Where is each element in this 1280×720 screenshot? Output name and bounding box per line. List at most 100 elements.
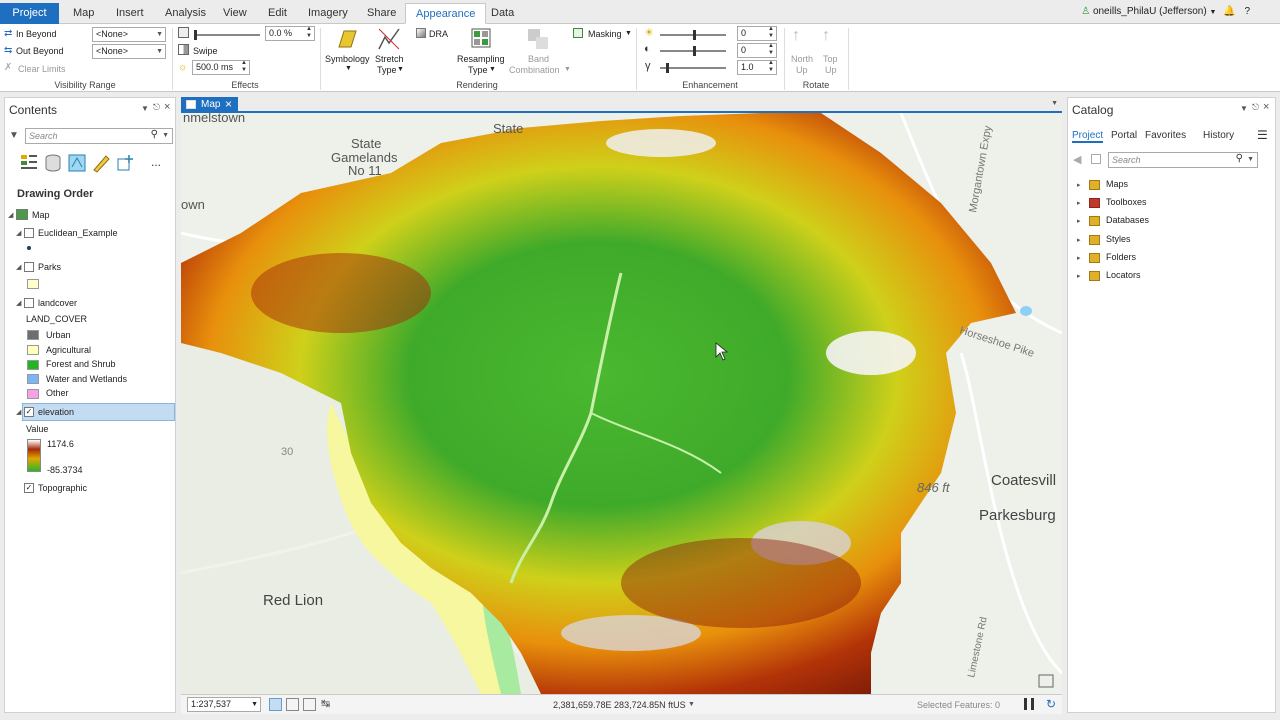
spinner-icon[interactable]: ▲ ▼ — [768, 60, 774, 74]
swipe-button[interactable]: Swipe — [193, 46, 218, 56]
filter-icon[interactable]: ▼ — [9, 130, 19, 141]
collapse-icon[interactable]: ◢ — [8, 211, 13, 219]
spinner-icon[interactable]: ▲ ▼ — [768, 43, 774, 57]
clear-limits-button[interactable]: Clear Limits — [18, 64, 66, 74]
band-label[interactable]: Band — [528, 54, 549, 64]
collapse-icon[interactable]: ◢ — [16, 408, 21, 416]
out-beyond-select[interactable]: <None> ▼ — [92, 44, 166, 59]
catalog-tab-portal[interactable]: Portal — [1111, 130, 1137, 141]
search-icon[interactable]: ⚲ — [151, 129, 158, 140]
close-icon[interactable]: × — [164, 101, 170, 113]
close-icon[interactable]: × — [1263, 101, 1269, 113]
list-by-snapping-icon[interactable] — [115, 153, 135, 173]
pin-icon[interactable]: ⎋ — [1252, 102, 1259, 113]
catalog-item-folders[interactable]: Folders — [1106, 252, 1136, 262]
map-view-tab[interactable]: Map × — [181, 97, 238, 113]
tab-share[interactable]: Share — [357, 3, 406, 24]
notification-icon[interactable]: 🔔 — [1223, 6, 1235, 17]
spinner-icon[interactable]: ▲ ▼ — [768, 26, 774, 40]
layer-landcover[interactable]: landcover — [38, 298, 77, 308]
north-up-button[interactable]: North — [791, 54, 813, 64]
list-by-drawing-order-icon[interactable] — [19, 153, 39, 173]
user-account[interactable]: ♙ oneills_PhilaU (Jefferson) ▼ 🔔 ? — [1081, 6, 1250, 17]
resampling-button[interactable]: Resampling — [457, 54, 505, 64]
catalog-item-databases[interactable]: Databases — [1106, 215, 1149, 225]
pane-options-icon[interactable]: ▼ — [141, 104, 149, 113]
tab-analysis[interactable]: Analysis — [155, 3, 216, 24]
in-beyond-label[interactable]: In Beyond — [16, 29, 57, 39]
dra-button[interactable]: DRA — [429, 29, 448, 39]
pane-options-icon[interactable]: ▼ — [1240, 104, 1248, 113]
help-button[interactable]: ? — [1244, 6, 1250, 17]
catalog-tab-project[interactable]: Project — [1072, 130, 1104, 143]
map-canvas[interactable]: nmelstown State Gamelands No 11 State ow… — [181, 113, 1062, 694]
chevron-down-icon[interactable]: ▼ — [1247, 156, 1254, 163]
contrast-slider[interactable] — [660, 46, 726, 56]
layer-parks[interactable]: Parks — [38, 262, 61, 272]
parks-visibility-checkbox[interactable] — [24, 262, 34, 272]
expand-extent-icon[interactable] — [286, 698, 299, 711]
transparency-input[interactable]: 0.0 % ▲ ▼ — [265, 26, 315, 41]
tab-project[interactable]: Project — [0, 3, 59, 24]
tree-map[interactable]: Map — [32, 210, 50, 220]
catalog-item-toolboxes[interactable]: Toolboxes — [1106, 197, 1147, 207]
gamma-slider[interactable] — [660, 63, 726, 73]
expand-icon[interactable]: ▸ — [1077, 272, 1081, 280]
collapse-icon[interactable]: ◢ — [16, 229, 21, 237]
chevron-down-icon[interactable]: ▼ — [1051, 100, 1058, 107]
slider-thumb[interactable] — [194, 30, 197, 40]
table-icon[interactable] — [303, 698, 316, 711]
home-icon[interactable] — [1091, 154, 1101, 164]
catalog-item-locators[interactable]: Locators — [1106, 270, 1141, 280]
back-icon[interactable]: ◀ — [1073, 153, 1081, 166]
tab-view[interactable]: View — [213, 3, 257, 24]
contents-search-input[interactable]: Search ⚲ ▼ — [25, 128, 173, 144]
catalog-item-styles[interactable]: Styles — [1106, 234, 1131, 244]
expand-icon[interactable]: ▸ — [1077, 217, 1081, 225]
more-options-button[interactable]: ... — [151, 155, 161, 169]
catalog-tab-history[interactable]: History — [1203, 130, 1234, 141]
grid-icon[interactable] — [269, 698, 282, 711]
symbology-button[interactable]: Symbology — [325, 54, 370, 64]
layer-topographic[interactable]: Topographic — [38, 483, 87, 493]
stretch-button[interactable]: Stretch — [375, 54, 404, 64]
selected-features-count[interactable]: Selected Features: 0 — [917, 700, 1000, 710]
transparency-slider[interactable] — [194, 30, 260, 40]
collapse-icon[interactable]: ◢ — [16, 299, 21, 307]
landcover-visibility-checkbox[interactable] — [24, 298, 34, 308]
slider-thumb[interactable] — [693, 46, 696, 56]
pin-icon[interactable]: ⎋ — [153, 102, 160, 113]
catalog-search-input[interactable]: Search ⚲ ▼ — [1108, 152, 1258, 168]
out-beyond-label[interactable]: Out Beyond — [16, 46, 64, 56]
slider-thumb[interactable] — [666, 63, 669, 73]
flicker-rate-input[interactable]: 500.0 ms ▲ ▼ — [192, 60, 250, 75]
catalog-tab-favorites[interactable]: Favorites — [1145, 130, 1186, 141]
list-by-selection-icon[interactable] — [67, 153, 87, 173]
tab-map[interactable]: Map — [63, 3, 104, 24]
close-icon[interactable]: × — [225, 97, 232, 111]
tab-edit[interactable]: Edit — [258, 3, 297, 24]
list-by-editing-icon[interactable] — [91, 153, 111, 173]
layer-euclidean[interactable]: Euclidean_Example — [38, 228, 118, 238]
catalog-item-maps[interactable]: Maps — [1106, 179, 1128, 189]
tab-appearance[interactable]: Appearance — [405, 3, 487, 24]
tab-insert[interactable]: Insert — [106, 3, 154, 24]
masking-button[interactable]: Masking — [588, 29, 622, 39]
brightness-slider[interactable] — [660, 30, 726, 40]
layer-elevation[interactable]: elevation — [38, 407, 74, 417]
chevron-down-icon[interactable]: ▼ — [688, 701, 695, 708]
tab-data[interactable]: Data — [481, 3, 524, 24]
slider-thumb[interactable] — [693, 30, 696, 40]
euclidean-visibility-checkbox[interactable] — [24, 228, 34, 238]
map-svg[interactable]: nmelstown State Gamelands No 11 State ow… — [181, 113, 1062, 694]
brightness-input[interactable]: 0 ▲ ▼ — [737, 26, 777, 41]
collapse-icon[interactable]: ◢ — [16, 263, 21, 271]
refresh-icon[interactable]: ↻ — [1046, 697, 1056, 711]
expand-icon[interactable]: ▸ — [1077, 199, 1081, 207]
contrast-input[interactable]: 0 ▲ ▼ — [737, 43, 777, 58]
expand-icon[interactable]: ▸ — [1077, 181, 1081, 189]
spinner-icon[interactable]: ▲ ▼ — [306, 26, 312, 40]
spinner-icon[interactable]: ▲ ▼ — [241, 60, 247, 74]
elevation-visibility-checkbox[interactable]: ✓ — [24, 407, 34, 417]
list-by-data-source-icon[interactable] — [43, 153, 63, 173]
